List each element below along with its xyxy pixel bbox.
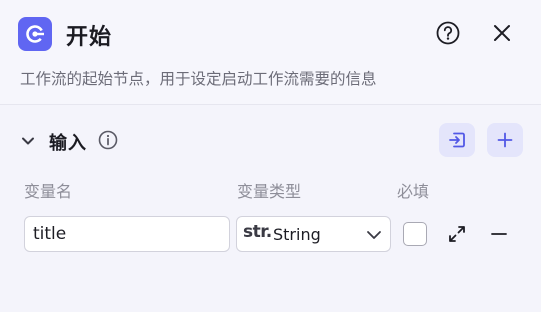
string-type-icon: str. [243,222,272,242]
panel-header: 开始 工作流的起始节点，用于设定启动工作流需要的信息 [0,0,541,105]
import-variables-button[interactable] [439,123,475,157]
column-header-type: 变量类型 [237,182,302,201]
expand-icon[interactable] [446,223,468,245]
inputs-section-header: 输入 [0,122,541,158]
plus-icon [497,132,513,148]
help-button[interactable] [433,18,463,48]
page-title: 开始 [66,25,113,50]
column-header-required: 必填 [397,182,430,201]
info-circle-icon[interactable] [97,129,119,151]
question-circle-icon [436,21,460,45]
section-title: 输入 [49,133,87,154]
variable-type-select[interactable]: str. String [236,216,391,252]
import-icon [449,132,465,148]
start-node-icon [18,17,52,51]
variable-name-input[interactable]: title [24,216,230,252]
variable-type-value: String [273,225,321,244]
column-header-name: 变量名 [24,182,73,201]
remove-variable-icon[interactable] [488,223,510,245]
close-icon [494,25,510,41]
chevron-down-icon[interactable] [18,131,38,151]
required-checkbox[interactable] [403,222,427,246]
close-button[interactable] [487,18,517,48]
chevron-down-icon [367,231,381,239]
add-variable-button[interactable] [487,123,523,157]
start-node-panel: 开始 工作流的起始节点，用于设定启动工作流需要的信息 输入 变量名 变量类型 必… [0,0,541,312]
node-description: 工作流的起始节点，用于设定启动工作流需要的信息 [20,70,377,88]
